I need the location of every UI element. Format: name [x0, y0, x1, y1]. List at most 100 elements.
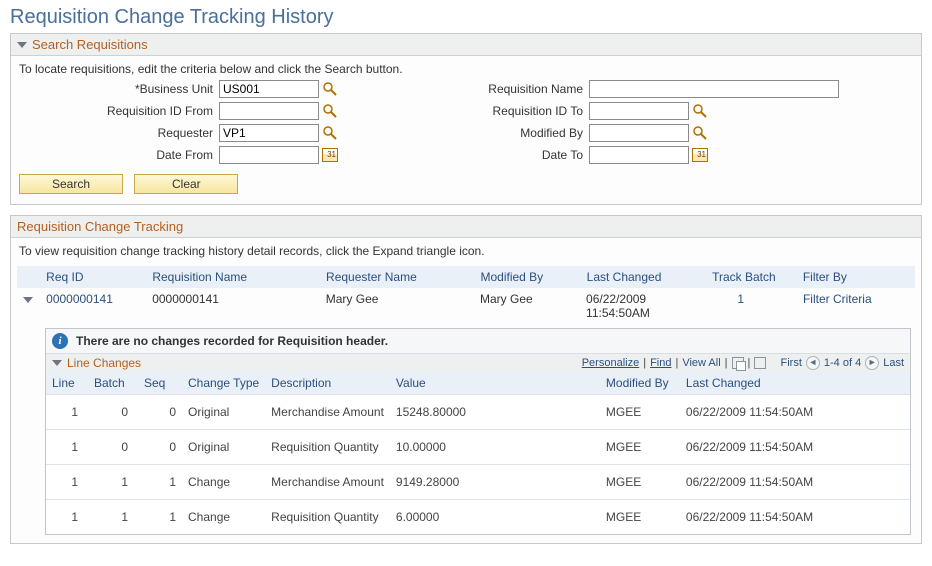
expand-row-icon[interactable]	[23, 297, 33, 303]
cell-batch: 0	[88, 395, 138, 430]
cell-seq: 1	[138, 500, 182, 535]
tracking-panel-header: Requisition Change Tracking	[11, 216, 921, 238]
cell-description: Merchandise Amount	[265, 465, 390, 500]
zoom-icon[interactable]	[732, 357, 744, 369]
lc-col-change-type[interactable]: Change Type	[182, 372, 265, 395]
cell-change-type: Change	[182, 465, 265, 500]
line-changes-table: Line Batch Seq Change Type Description V…	[46, 372, 910, 534]
cell-modified-by: MGEE	[600, 500, 680, 535]
col-requester-name[interactable]: Requester Name	[326, 270, 480, 284]
input-modified-by[interactable]	[589, 124, 689, 142]
cell-line: 1	[46, 465, 88, 500]
cell-last-changed: 06/22/2009 11:54:50AM	[680, 430, 910, 465]
cell-modified-by: Mary Gee	[480, 292, 586, 306]
cell-last-changed: 06/22/2009 11:54:50AM	[680, 500, 910, 535]
tracking-grid-row: 0000000141 0000000141 Mary Gee Mary Gee …	[17, 288, 915, 324]
personalize-link[interactable]: Personalize	[582, 357, 639, 369]
input-requester[interactable]	[219, 124, 319, 142]
search-instruction: To locate requisitions, edit the criteri…	[19, 62, 913, 76]
view-all-link[interactable]: View All	[682, 357, 720, 369]
cell-track-batch[interactable]: 1	[711, 292, 803, 306]
tracking-grid-header: Req ID Requisition Name Requester Name M…	[17, 266, 915, 288]
label-req-name: Requisition Name	[419, 82, 589, 96]
search-panel-header[interactable]: Search Requisitions	[11, 34, 921, 56]
lc-col-value[interactable]: Value	[390, 372, 600, 395]
input-req-id-to[interactable]	[589, 102, 689, 120]
info-icon: i	[52, 333, 68, 349]
cell-modified-by: MGEE	[600, 465, 680, 500]
lookup-icon[interactable]	[692, 125, 708, 141]
lc-col-modified-by[interactable]: Modified By	[600, 372, 680, 395]
cell-change-type: Original	[182, 395, 265, 430]
info-bar: i There are no changes recorded for Requ…	[46, 329, 910, 354]
calendar-icon[interactable]: 31	[322, 148, 338, 162]
lookup-icon[interactable]	[692, 103, 708, 119]
find-link[interactable]: Find	[650, 357, 671, 369]
cell-description: Requisition Quantity	[265, 500, 390, 535]
lookup-icon[interactable]	[322, 125, 338, 141]
lookup-icon[interactable]	[322, 103, 338, 119]
cell-line: 1	[46, 430, 88, 465]
label-date-to: Date To	[419, 148, 589, 162]
label-modified-by: Modified By	[419, 126, 589, 140]
clear-button[interactable]: Clear	[134, 174, 238, 194]
col-req-name[interactable]: Requisition Name	[152, 270, 326, 284]
nav-last[interactable]: Last	[883, 357, 904, 369]
collapse-icon[interactable]	[52, 360, 62, 366]
cell-description: Merchandise Amount	[265, 395, 390, 430]
lc-col-description[interactable]: Description	[265, 372, 390, 395]
col-modified-by[interactable]: Modified By	[480, 270, 586, 284]
cell-value: 6.00000	[390, 500, 600, 535]
input-req-id-from[interactable]	[219, 102, 319, 120]
cell-value: 10.00000	[390, 430, 600, 465]
line-changes-title: Line Changes	[67, 356, 141, 370]
search-panel-title: Search Requisitions	[32, 37, 148, 52]
cell-value: 15248.80000	[390, 395, 600, 430]
nav-next-icon[interactable]: ►	[865, 356, 879, 370]
input-business-unit[interactable]	[219, 80, 319, 98]
input-date-to[interactable]	[589, 146, 689, 164]
input-req-name[interactable]	[589, 80, 839, 98]
cell-req-id[interactable]: 0000000141	[46, 292, 152, 306]
cell-seq: 1	[138, 465, 182, 500]
table-row: 111ChangeRequisition Quantity6.00000MGEE…	[46, 500, 910, 535]
nav-prev-icon[interactable]: ◄	[806, 356, 820, 370]
download-icon[interactable]	[754, 357, 766, 369]
cell-modified-by: MGEE	[600, 430, 680, 465]
info-text: There are no changes recorded for Requis…	[76, 334, 388, 348]
lc-col-batch[interactable]: Batch	[88, 372, 138, 395]
cell-change-type: Original	[182, 430, 265, 465]
col-track-batch[interactable]: Track Batch	[712, 270, 803, 284]
nav-range: 1-4 of 4	[824, 357, 861, 369]
col-filter-by[interactable]: Filter By	[803, 270, 909, 284]
cell-change-type: Change	[182, 500, 265, 535]
table-row: 100OriginalMerchandise Amount15248.80000…	[46, 395, 910, 430]
col-req-id[interactable]: Req ID	[46, 270, 152, 284]
nav-first[interactable]: First	[781, 357, 802, 369]
search-button[interactable]: Search	[19, 174, 123, 194]
col-last-changed[interactable]: Last Changed	[587, 270, 712, 284]
cell-seq: 0	[138, 395, 182, 430]
page-title: Requisition Change Tracking History	[10, 6, 922, 29]
cell-last-changed: 06/22/2009 11:54:50AM	[680, 465, 910, 500]
cell-description: Requisition Quantity	[265, 430, 390, 465]
cell-line: 1	[46, 500, 88, 535]
label-requester: Requester	[19, 126, 219, 140]
calendar-icon[interactable]: 31	[692, 148, 708, 162]
input-date-from[interactable]	[219, 146, 319, 164]
lc-col-line[interactable]: Line	[46, 372, 88, 395]
lc-col-seq[interactable]: Seq	[138, 372, 182, 395]
cell-line: 1	[46, 395, 88, 430]
label-business-unit: *Business Unit	[19, 82, 219, 96]
lc-col-last-changed[interactable]: Last Changed	[680, 372, 910, 395]
tracking-panel: Requisition Change Tracking To view requ…	[10, 215, 922, 544]
cell-last-changed: 06/22/2009 11:54:50AM	[680, 395, 910, 430]
label-date-from: Date From	[19, 148, 219, 162]
search-panel: Search Requisitions To locate requisitio…	[10, 33, 922, 205]
table-row: 100OriginalRequisition Quantity10.00000M…	[46, 430, 910, 465]
lookup-icon[interactable]	[322, 81, 338, 97]
cell-requester-name: Mary Gee	[326, 292, 480, 306]
cell-filter-by[interactable]: Filter Criteria	[803, 292, 909, 306]
table-row: 111ChangeMerchandise Amount9149.28000MGE…	[46, 465, 910, 500]
collapse-icon[interactable]	[17, 42, 27, 48]
